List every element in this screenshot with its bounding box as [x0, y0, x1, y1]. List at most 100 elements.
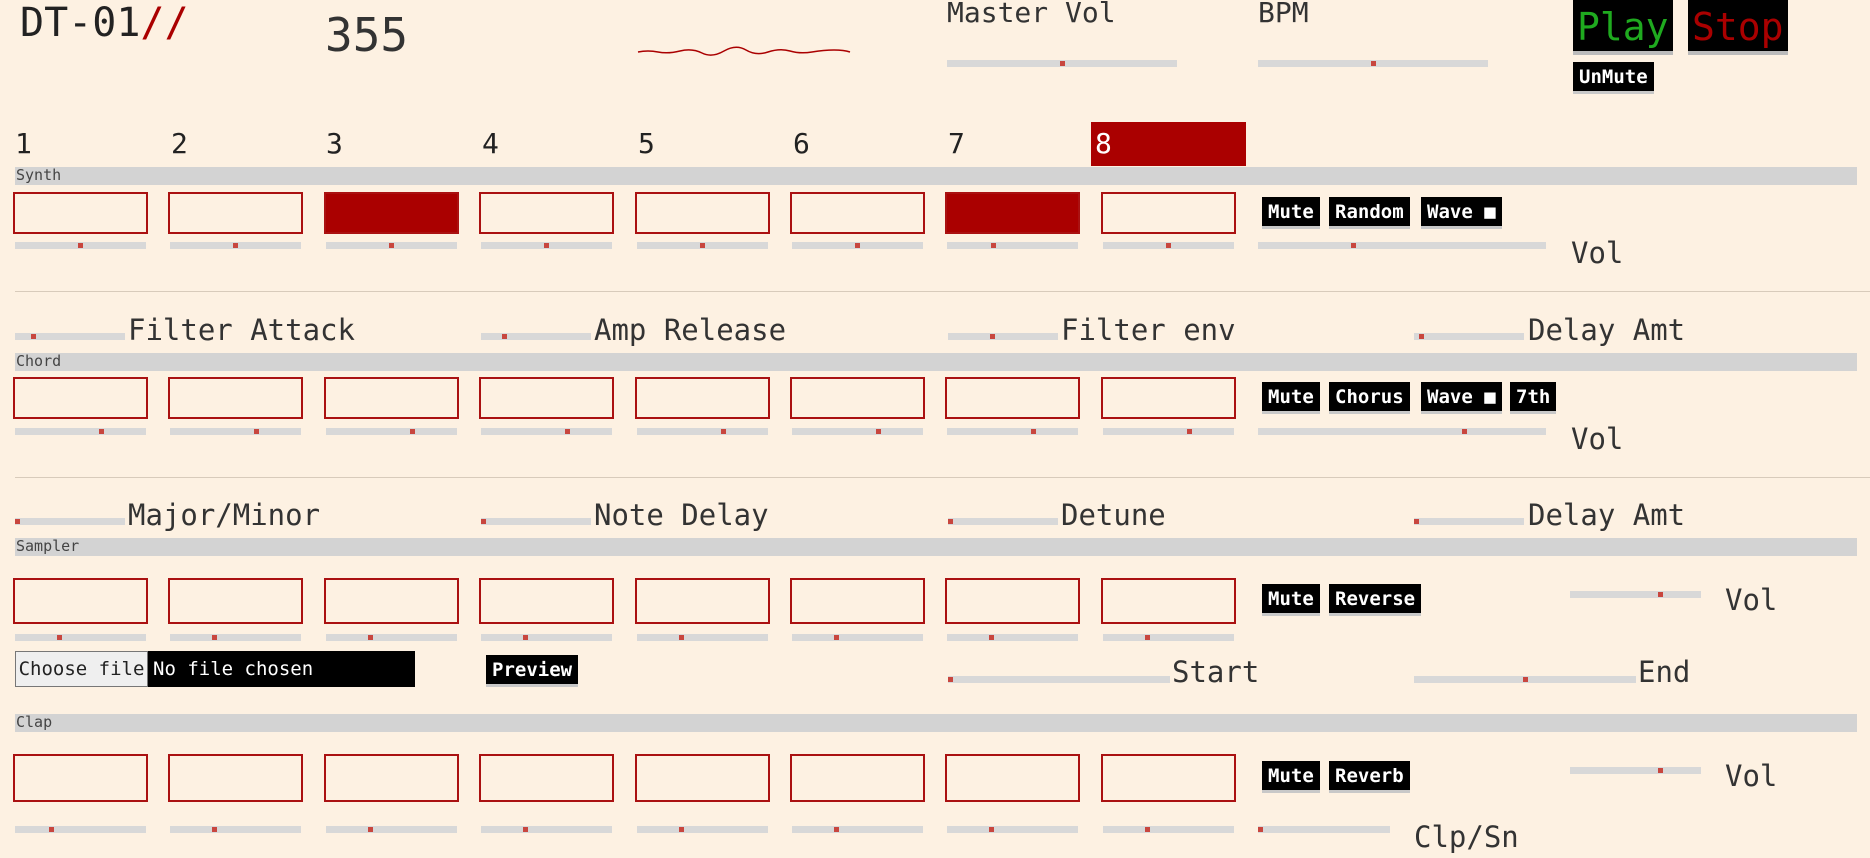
- clap-pad-3[interactable]: [324, 754, 459, 802]
- clap-pad-slider-5[interactable]: [637, 826, 768, 833]
- slider-thumb[interactable]: [855, 243, 860, 248]
- sampler-pad-slider-6[interactable]: [792, 634, 923, 641]
- clap-reverb-button[interactable]: Reverb: [1329, 761, 1410, 793]
- sampler-pad-1[interactable]: [13, 578, 148, 624]
- slider-thumb[interactable]: [565, 429, 571, 434]
- slider-thumb[interactable]: [721, 429, 727, 434]
- detune-slider[interactable]: [948, 518, 1058, 525]
- slider-thumb[interactable]: [78, 243, 83, 248]
- synth-pad-slider-8[interactable]: [1103, 242, 1234, 249]
- chord-pad-3[interactable]: [324, 377, 459, 419]
- sample-file-input[interactable]: Choose file No file chosen: [15, 651, 415, 687]
- chord-pad-1[interactable]: [13, 377, 148, 419]
- slider-thumb[interactable]: [988, 635, 994, 640]
- synth-pad-slider-2[interactable]: [170, 242, 301, 249]
- chord-pad-4[interactable]: [479, 377, 614, 419]
- synth-wave-button[interactable]: Wave ■: [1421, 197, 1502, 229]
- synth-pad-slider-6[interactable]: [792, 242, 923, 249]
- clap-vol-slider[interactable]: [1570, 767, 1701, 774]
- clap-pad-6[interactable]: [790, 754, 925, 802]
- sampler-pad-slider-4[interactable]: [481, 634, 612, 641]
- slider-thumb[interactable]: [1414, 519, 1419, 524]
- unmute-button[interactable]: UnMute: [1573, 62, 1654, 94]
- slider-thumb[interactable]: [56, 635, 62, 640]
- sampler-pad-slider-5[interactable]: [637, 634, 768, 641]
- clap-pad-2[interactable]: [168, 754, 303, 802]
- synth-vol-slider[interactable]: [1258, 242, 1546, 249]
- synth-pad-7[interactable]: [945, 192, 1080, 234]
- synth-pad-1[interactable]: [13, 192, 148, 234]
- slider-thumb[interactable]: [49, 827, 55, 832]
- sampler-vol-slider[interactable]: [1570, 591, 1701, 598]
- note-delay-slider[interactable]: [481, 518, 591, 525]
- slider-thumb[interactable]: [367, 827, 373, 832]
- chord-pad-slider-7[interactable]: [947, 428, 1078, 435]
- synth-pad-5[interactable]: [635, 192, 770, 234]
- synth-mute-button[interactable]: Mute: [1262, 197, 1320, 229]
- chord-pad-slider-6[interactable]: [792, 428, 923, 435]
- slider-thumb[interactable]: [1144, 827, 1150, 832]
- slider-thumb[interactable]: [700, 243, 705, 248]
- slider-thumb[interactable]: [481, 519, 486, 524]
- chord-7th-button[interactable]: 7th: [1510, 382, 1557, 414]
- major-minor-slider[interactable]: [15, 518, 125, 525]
- slider-thumb[interactable]: [991, 243, 997, 248]
- slider-thumb[interactable]: [1258, 827, 1263, 832]
- chord-pad-6[interactable]: [790, 377, 925, 419]
- slider-thumb[interactable]: [1658, 592, 1664, 597]
- slider-thumb[interactable]: [522, 635, 528, 640]
- slider-thumb[interactable]: [678, 827, 684, 832]
- slider-thumb[interactable]: [502, 334, 507, 339]
- chord-vol-slider[interactable]: [1258, 428, 1546, 435]
- synth-pad-6[interactable]: [790, 192, 925, 234]
- chord-pad-slider-5[interactable]: [637, 428, 768, 435]
- slider-thumb[interactable]: [389, 243, 394, 248]
- sampler-pad-slider-1[interactable]: [15, 634, 146, 641]
- sampler-pad-3[interactable]: [324, 578, 459, 624]
- clap-pad-slider-2[interactable]: [170, 826, 301, 833]
- slider-thumb[interactable]: [990, 334, 995, 339]
- slider-thumb[interactable]: [254, 429, 260, 434]
- clap-pad-5[interactable]: [635, 754, 770, 802]
- bpm-slider[interactable]: [1258, 60, 1488, 67]
- synth-pad-8[interactable]: [1101, 192, 1236, 234]
- chord-pad-7[interactable]: [945, 377, 1080, 419]
- clap-snare-slider[interactable]: [1258, 826, 1390, 833]
- clap-pad-4[interactable]: [479, 754, 614, 802]
- synth-pad-4[interactable]: [479, 192, 614, 234]
- slider-thumb[interactable]: [948, 677, 953, 682]
- slider-thumb[interactable]: [948, 519, 953, 524]
- slider-thumb[interactable]: [99, 429, 105, 434]
- slider-thumb[interactable]: [1351, 243, 1357, 248]
- slider-thumb[interactable]: [367, 635, 373, 640]
- slider-thumb[interactable]: [678, 635, 684, 640]
- choose-file-button[interactable]: Choose file: [15, 651, 148, 687]
- synth-delay-amt-slider[interactable]: [1414, 333, 1524, 340]
- synth-pad-slider-5[interactable]: [637, 242, 768, 249]
- chord-wave-button[interactable]: Wave ■: [1421, 382, 1502, 414]
- clap-pad-1[interactable]: [13, 754, 148, 802]
- synth-pad-slider-3[interactable]: [326, 242, 457, 249]
- clap-pad-slider-4[interactable]: [481, 826, 612, 833]
- sampler-pad-4[interactable]: [479, 578, 614, 624]
- sample-end-slider[interactable]: [1414, 676, 1636, 683]
- slider-thumb[interactable]: [211, 635, 217, 640]
- clap-pad-8[interactable]: [1101, 754, 1236, 802]
- chord-pad-8[interactable]: [1101, 377, 1236, 419]
- slider-thumb[interactable]: [410, 429, 416, 434]
- slider-thumb[interactable]: [1419, 334, 1425, 339]
- synth-pad-3[interactable]: [324, 192, 459, 234]
- chord-pad-slider-2[interactable]: [170, 428, 301, 435]
- sampler-pad-7[interactable]: [945, 578, 1080, 624]
- slider-thumb[interactable]: [1166, 243, 1171, 248]
- slider-thumb[interactable]: [988, 827, 994, 832]
- synth-random-button[interactable]: Random: [1329, 197, 1410, 229]
- clap-pad-slider-6[interactable]: [792, 826, 923, 833]
- slider-thumb[interactable]: [1187, 429, 1193, 434]
- chord-mute-button[interactable]: Mute: [1262, 382, 1320, 414]
- slider-thumb[interactable]: [1144, 635, 1150, 640]
- chord-chorus-button[interactable]: Chorus: [1329, 382, 1410, 414]
- slider-thumb[interactable]: [211, 827, 217, 832]
- sampler-mute-button[interactable]: Mute: [1262, 584, 1320, 616]
- amp-release-slider[interactable]: [481, 333, 591, 340]
